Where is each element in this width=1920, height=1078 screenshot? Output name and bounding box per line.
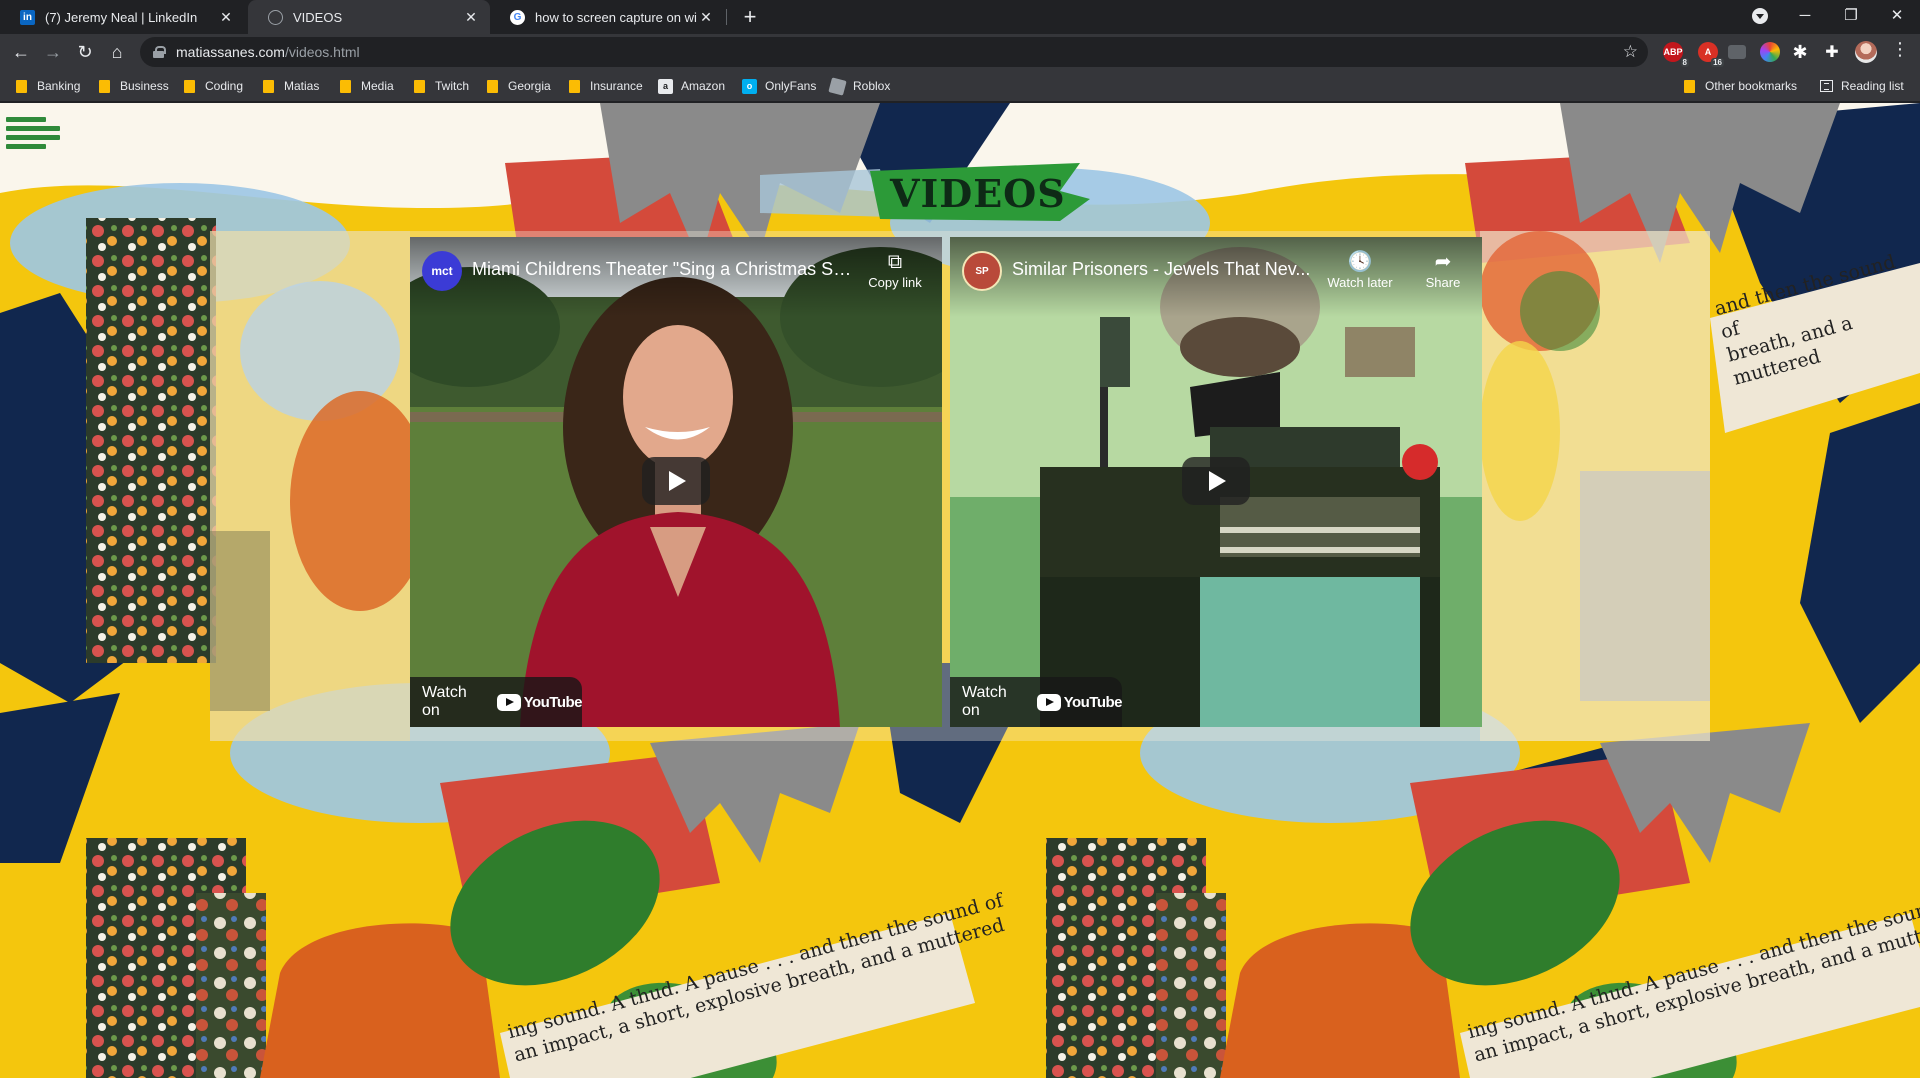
forward-button[interactable]: →: [40, 39, 66, 65]
youtube-logo: YouTube: [496, 693, 583, 711]
play-button[interactable]: [642, 457, 710, 505]
roblox-icon: [828, 76, 847, 96]
tab-title: how to screen capture on windo: [535, 9, 697, 25]
bookmark-georgia[interactable]: Georgia: [487, 70, 551, 102]
folder-icon: [184, 79, 195, 93]
browser-toolbar: ← → ↻ ⌂ matiassanes.com/videos.html ☆ AB…: [0, 34, 1920, 70]
folder-icon: [99, 79, 110, 93]
menu-icon[interactable]: ⋮: [1890, 39, 1910, 60]
folder-icon: [414, 79, 425, 93]
video-title[interactable]: Miami Childrens Theater "Sing a Christma…: [472, 259, 852, 280]
other-bookmarks[interactable]: Other bookmarks: [1684, 70, 1797, 102]
bookmark-media[interactable]: Media: [340, 70, 394, 102]
close-tab-icon[interactable]: ✕: [697, 8, 715, 26]
tab-search-icon[interactable]: [1752, 8, 1768, 24]
bookmark-matias[interactable]: Matias: [263, 70, 319, 102]
bookmark-roblox[interactable]: Roblox: [828, 70, 890, 102]
clock-icon: 🕓: [1347, 251, 1373, 273]
color-extension-icon[interactable]: [1760, 42, 1780, 62]
close-tab-icon[interactable]: ✕: [462, 8, 480, 26]
page-title: VIDEOS: [890, 171, 1066, 216]
bookmark-star-icon[interactable]: ☆: [1623, 42, 1638, 62]
copy-link-icon: ⧉: [887, 251, 903, 273]
share-icon: ➦: [1434, 251, 1452, 273]
extension-star-icon[interactable]: ✱: [1790, 42, 1810, 62]
bookmark-banking[interactable]: Banking: [16, 70, 80, 102]
page-heading: VIDEOS: [760, 163, 1090, 223]
linkedin-icon: in: [20, 9, 35, 25]
bookmark-amazon[interactable]: a Amazon: [658, 70, 725, 102]
avatar[interactable]: [1855, 41, 1877, 63]
new-tab-button[interactable]: +: [737, 4, 763, 30]
copy-link-button[interactable]: ⧉ Copy link: [860, 249, 930, 290]
folder-icon: [569, 79, 580, 93]
bookmark-coding[interactable]: Coding: [184, 70, 243, 102]
youtube-embed-1[interactable]: mct Miami Childrens Theater "Sing a Chri…: [410, 237, 942, 727]
globe-icon: [268, 9, 283, 25]
folder-icon: [340, 79, 351, 93]
folder-extension-icon[interactable]: [1728, 45, 1746, 59]
youtube-embed-2[interactable]: SP Similar Prisoners - Jewels That Nev..…: [950, 237, 1482, 727]
play-button[interactable]: [1182, 457, 1250, 505]
channel-logo[interactable]: mct: [422, 251, 462, 291]
watch-later-button[interactable]: 🕓 Watch later: [1320, 249, 1400, 290]
watch-on-youtube-button[interactable]: Watch on YouTube: [950, 677, 1123, 727]
tab-title: (7) Jeremy Neal | LinkedIn: [45, 9, 198, 25]
page-content: and then the sound of breath, and a mutt…: [0, 103, 1920, 1078]
minimize-button[interactable]: ─: [1782, 0, 1828, 30]
google-icon: G: [510, 9, 525, 25]
watch-on-youtube-button[interactable]: Watch on YouTube: [410, 677, 583, 727]
youtube-icon: [496, 693, 521, 711]
youtube-icon: [1036, 693, 1061, 711]
address-bar[interactable]: matiassanes.com/videos.html ☆: [140, 37, 1648, 67]
tab-separator: [726, 9, 727, 25]
hamburger-menu-icon[interactable]: [6, 117, 60, 149]
puzzle-icon[interactable]: ✚: [1822, 42, 1842, 62]
extension-icon[interactable]: A 16: [1698, 42, 1724, 67]
youtube-logo: YouTube: [1036, 693, 1123, 711]
tab-videos[interactable]: VIDEOS ✕: [248, 0, 490, 34]
bookmark-business[interactable]: Business: [99, 70, 169, 102]
close-window-button[interactable]: ✕: [1874, 0, 1920, 30]
reading-list[interactable]: Reading list: [1820, 70, 1904, 102]
tab-strip: in (7) Jeremy Neal | LinkedIn ✕ VIDEOS ✕…: [0, 0, 1920, 34]
bookmark-twitch[interactable]: Twitch: [414, 70, 469, 102]
video-title[interactable]: Similar Prisoners - Jewels That Nev...: [1012, 259, 1312, 280]
tab-linkedin[interactable]: in (7) Jeremy Neal | LinkedIn ✕: [0, 0, 245, 34]
panel-blur: [210, 231, 430, 741]
bookmark-onlyfans[interactable]: o OnlyFans: [742, 70, 816, 102]
folder-icon: [487, 79, 498, 93]
share-button[interactable]: ➦ Share: [1408, 249, 1478, 290]
home-button[interactable]: ⌂: [104, 39, 130, 65]
onlyfans-icon: o: [742, 78, 757, 94]
abp-extension-icon[interactable]: ABP 8: [1663, 42, 1689, 67]
close-tab-icon[interactable]: ✕: [217, 8, 235, 26]
channel-logo[interactable]: SP: [962, 251, 1002, 291]
amazon-icon: a: [658, 78, 673, 94]
url-text[interactable]: matiassanes.com/videos.html: [176, 44, 360, 60]
folder-icon: [1684, 79, 1695, 93]
bookmark-insurance[interactable]: Insurance: [569, 70, 643, 102]
lock-icon[interactable]: [153, 46, 166, 58]
tab-title: VIDEOS: [293, 9, 343, 25]
folder-icon: [16, 79, 27, 93]
restore-button[interactable]: ❐: [1828, 0, 1874, 30]
tab-google-search[interactable]: G how to screen capture on windo ✕: [490, 0, 725, 34]
bookmarks-bar: Banking Business Coding Matias Media Twi…: [0, 70, 1920, 102]
panel-blur: [1480, 231, 1710, 741]
back-button[interactable]: ←: [8, 39, 34, 65]
reading-list-icon: [1820, 80, 1833, 92]
reload-button[interactable]: ↻: [72, 39, 98, 65]
folder-icon: [263, 79, 274, 93]
